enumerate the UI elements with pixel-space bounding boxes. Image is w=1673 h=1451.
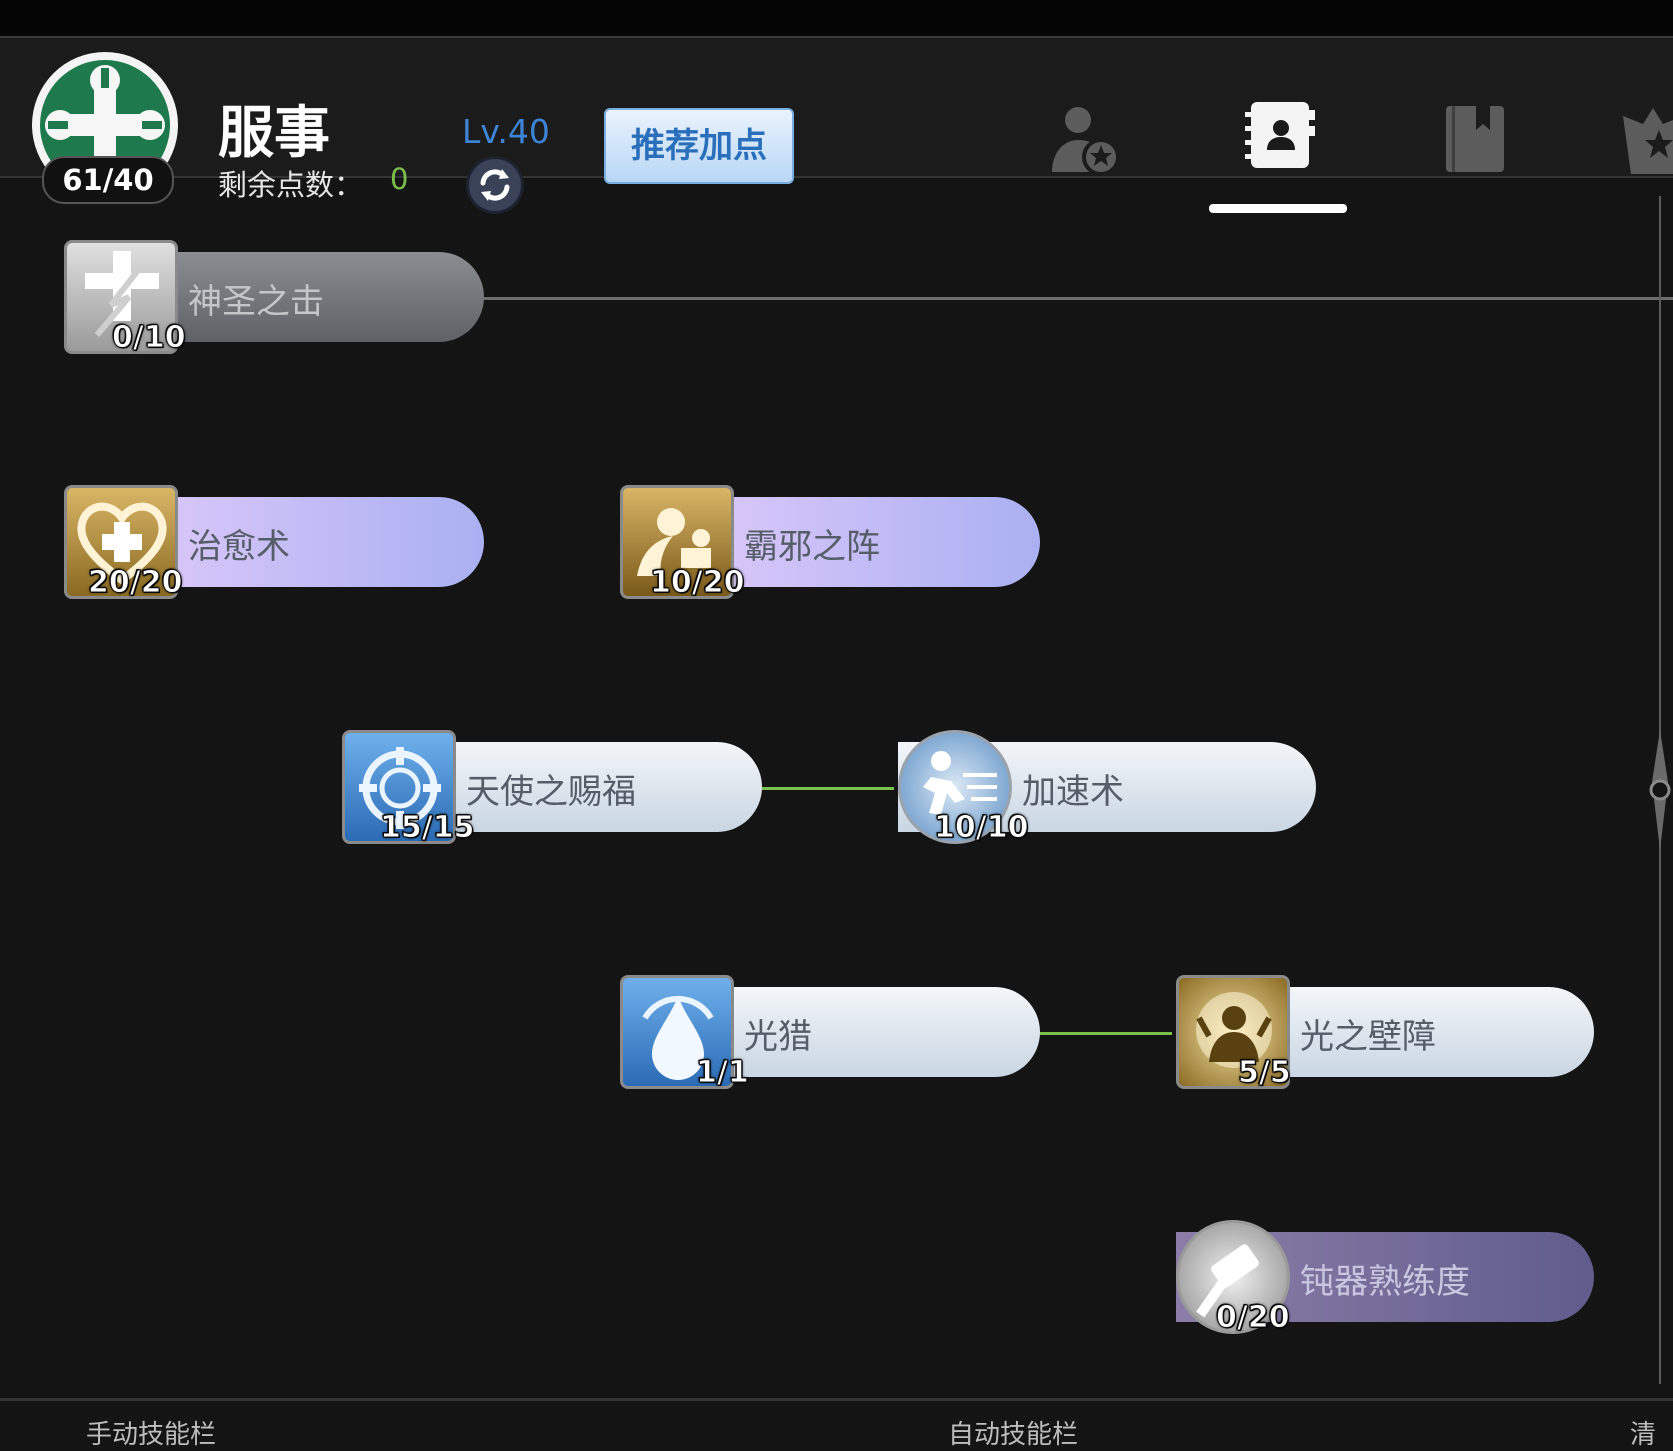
refresh-icon: [480, 169, 510, 201]
remaining-points-value: 0: [390, 162, 409, 196]
top-status-strip: [0, 0, 1673, 36]
skill-name: 光之壁障: [1300, 1017, 1436, 1057]
job-emblem: 61/40: [32, 52, 178, 204]
skill-node-holy-strike[interactable]: 神圣之击 0/10: [64, 240, 484, 356]
skill-level: 1/1: [696, 1055, 750, 1091]
emblem-tab[interactable]: [1623, 102, 1673, 180]
reset-skills-button[interactable]: [466, 156, 524, 214]
skill-book-tab[interactable]: [1245, 98, 1317, 176]
skill-name: 神圣之击: [188, 282, 324, 322]
skill-node-magnificat[interactable]: 霸邪之阵 10/20: [620, 485, 1040, 601]
skill-name: 霸邪之阵: [744, 527, 880, 567]
skill-level: 0/20: [1216, 1300, 1291, 1336]
footer-divider: [0, 1398, 1673, 1401]
skill-link-line: [1038, 1032, 1172, 1035]
skill-link-line: [760, 787, 894, 790]
bookmark-tab[interactable]: [1444, 104, 1506, 178]
skill-node-pneuma[interactable]: 光之壁障 5/5: [1176, 975, 1594, 1091]
guild-star-icon: [1623, 108, 1673, 174]
skill-node-blessing[interactable]: 天使之赐福 15/15: [342, 730, 762, 846]
skill-name: 天使之赐福: [466, 772, 636, 812]
skill-level: 20/20: [87, 565, 183, 601]
job-points-badge: 61/40: [42, 156, 174, 204]
skill-node-ruwach[interactable]: 光猎 1/1: [620, 975, 1040, 1091]
auto-skill-bar-tab[interactable]: 自动技能栏: [948, 1414, 1078, 1451]
job-level: Lv.40: [462, 112, 550, 151]
skill-book-icon: [1245, 102, 1315, 168]
skill-name: 光猎: [744, 1017, 812, 1057]
character-info-tab[interactable]: [1046, 102, 1122, 182]
skill-name: 治愈术: [188, 527, 290, 567]
skill-tree-line: [480, 297, 1673, 300]
manual-skill-bar-tab[interactable]: 手动技能栏: [86, 1414, 216, 1451]
job-title: 服事: [218, 101, 330, 166]
clear-button[interactable]: 清: [1630, 1414, 1656, 1451]
active-tab-indicator: [1209, 204, 1347, 213]
skill-level: 0/10: [112, 320, 187, 356]
skill-level: 15/15: [379, 810, 475, 846]
remaining-points-label: 剩余点数：: [218, 168, 364, 202]
skill-name: 钝器熟练度: [1300, 1262, 1470, 1302]
skill-node-heal[interactable]: 治愈术 20/20: [64, 485, 484, 601]
skill-node-increase-agi[interactable]: 加速术 10/10: [898, 730, 1316, 846]
skill-node-mace-mastery[interactable]: 钝器熟练度 0/20: [1176, 1220, 1594, 1336]
skill-header: 61/40 服事 剩余点数： 0 Lv.40 推荐加点: [0, 36, 1673, 214]
recommend-points-button[interactable]: 推荐加点: [604, 108, 794, 184]
character-star-icon: [1052, 107, 1120, 176]
skill-level: 5/5: [1238, 1055, 1292, 1091]
skill-level: 10/10: [933, 810, 1029, 846]
skill-name: 加速术: [1022, 772, 1124, 812]
scroll-handle[interactable]: [1640, 730, 1673, 850]
skill-level: 10/20: [649, 565, 745, 601]
bookmark-book-icon: [1446, 106, 1504, 172]
